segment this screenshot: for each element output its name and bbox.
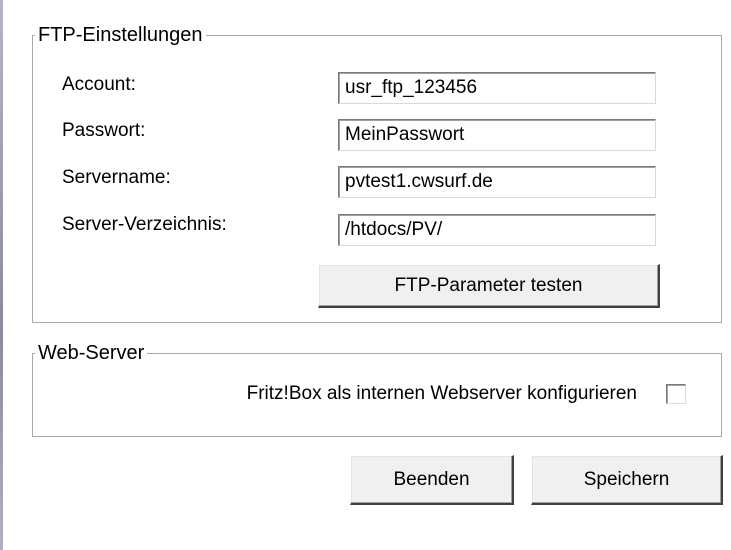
servername-input[interactable] <box>338 166 656 198</box>
quit-button[interactable]: Beenden <box>350 455 514 505</box>
test-ftp-parameters-button[interactable]: FTP-Parameter testen <box>318 264 660 308</box>
account-label: Account: <box>62 74 136 95</box>
save-button[interactable]: Speichern <box>531 455 723 505</box>
password-input[interactable] <box>338 119 656 151</box>
ftp-settings-group-title: FTP-Einstellungen <box>35 25 206 45</box>
fritzbox-webserver-checkbox[interactable] <box>666 384 686 404</box>
window-left-edge <box>0 0 3 550</box>
web-server-group-title: Web-Server <box>35 343 148 363</box>
fritzbox-webserver-label: Fritz!Box als internen Webserver konfigu… <box>246 383 637 404</box>
server-directory-label: Server-Verzeichnis: <box>62 214 227 235</box>
ftp-settings-dialog: FTP-Einstellungen Account: Passwort: Ser… <box>0 0 731 550</box>
account-input[interactable] <box>338 72 656 104</box>
password-label: Passwort: <box>62 120 146 141</box>
server-directory-input[interactable] <box>338 214 656 246</box>
servername-label: Servername: <box>62 167 171 188</box>
